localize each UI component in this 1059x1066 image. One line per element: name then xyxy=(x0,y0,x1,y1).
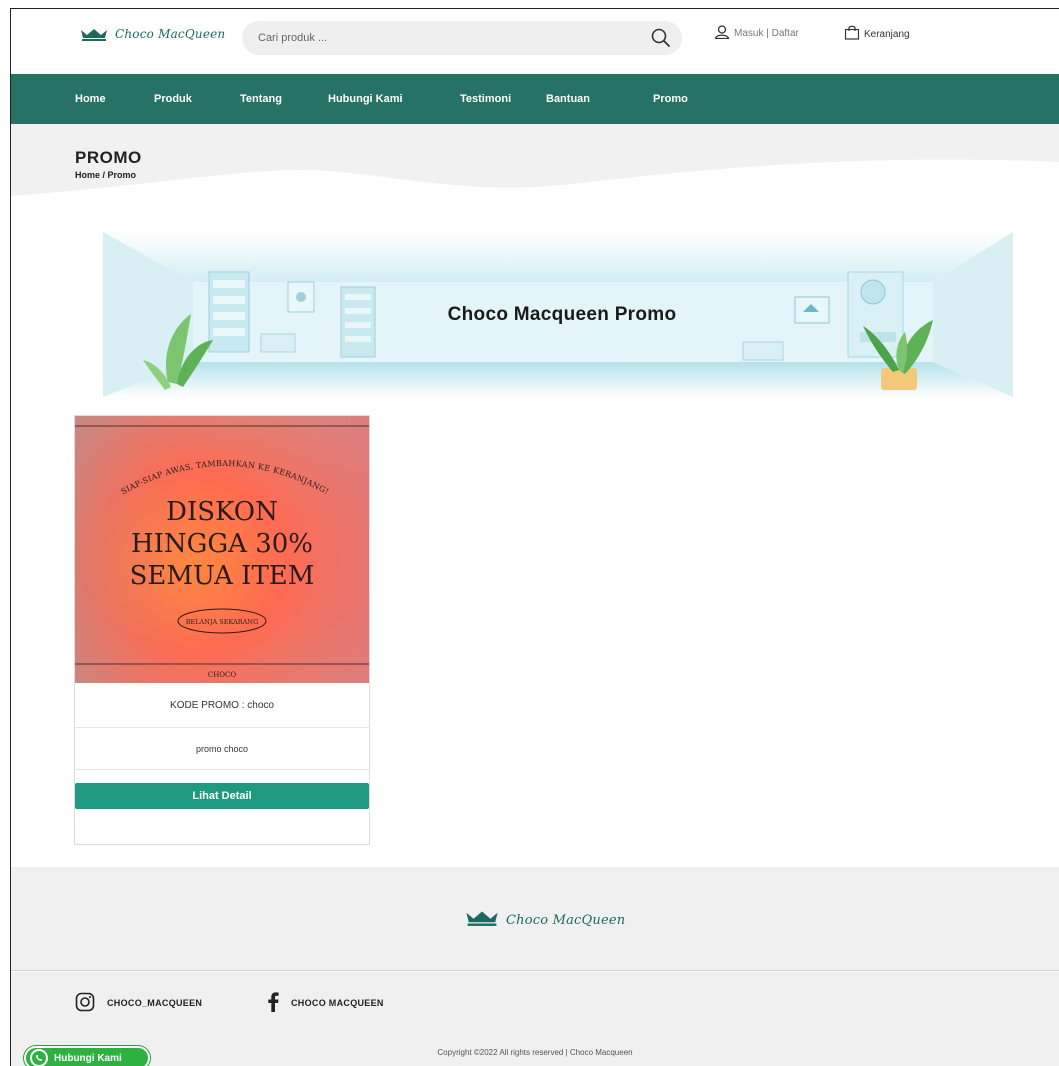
page-header: PROMO Home / Promo xyxy=(11,124,1059,207)
promo-code: KODE PROMO : choco xyxy=(75,684,369,728)
promo-image-line-2: HINGGA 30% xyxy=(131,529,313,559)
promo-image-cta: BELANJA SEKARANG xyxy=(186,618,259,626)
page-title: PROMO xyxy=(75,148,142,167)
search-icon[interactable] xyxy=(650,27,672,49)
facebook-handle: CHOCO MACQUEEN xyxy=(291,998,384,1008)
facebook-link[interactable]: CHOCO MACQUEEN xyxy=(267,992,384,1014)
brand-name: Choco MacQueen xyxy=(115,27,226,41)
copyright: Copyright ©2022 All rights reserved | Ch… xyxy=(437,1048,633,1057)
promo-image-brand: CHOCO xyxy=(208,671,237,679)
brand-logo[interactable]: Choco MacQueen xyxy=(79,27,225,41)
whatsapp-label: Hubungi Kami xyxy=(54,1052,122,1064)
banner-title: Choco Macqueen Promo xyxy=(447,304,677,325)
user-icon xyxy=(714,25,730,42)
search-input[interactable] xyxy=(258,30,638,46)
nav-item-testimoni[interactable]: Testimoni xyxy=(460,93,546,105)
instagram-link[interactable]: CHOCO_MACQUEEN xyxy=(75,992,202,1014)
shopping-bag-icon xyxy=(844,25,860,43)
whatsapp-contact-button[interactable]: Hubungi Kami xyxy=(22,1044,152,1066)
search-bar xyxy=(242,21,682,55)
view-detail-button[interactable]: Lihat Detail xyxy=(75,783,369,809)
instagram-handle: CHOCO_MACQUEEN xyxy=(107,998,203,1008)
footer-social: CHOCO_MACQUEEN CHOCO MACQUEEN Copyright … xyxy=(11,972,1059,1066)
header: Choco MacQueen Masuk | Daftar xyxy=(11,9,1059,74)
promo-banner: Choco Macqueen Promo xyxy=(73,222,1051,402)
whatsapp-icon xyxy=(30,1049,48,1066)
main-nav: Home Produk Tentang Hubungi Kami Testimo… xyxy=(11,74,1059,124)
crown-icon xyxy=(464,909,500,931)
breadcrumb: Home / Promo xyxy=(75,170,137,180)
nav-item-bantuan[interactable]: Bantuan xyxy=(546,93,653,105)
nav-item-hubungi-kami[interactable]: Hubungi Kami xyxy=(328,93,460,105)
promo-image-line-1: DISKON xyxy=(166,497,278,527)
promo-image[interactable]: SIAP-SIAP AWAS, TAMBAHKAN KE KERANJANG! … xyxy=(75,416,369,683)
cart-label: Keranjang xyxy=(864,28,910,40)
nav-item-tentang[interactable]: Tentang xyxy=(240,93,328,105)
footer-brand: Choco MacQueen xyxy=(11,867,1059,971)
header-wave-decoration xyxy=(11,159,1059,207)
footer-brand-name: Choco MacQueen xyxy=(506,912,626,928)
promo-description: promo choco xyxy=(75,728,369,770)
nav-item-produk[interactable]: Produk xyxy=(154,93,240,105)
promo-image-line-3: SEMUA ITEM xyxy=(130,561,315,591)
instagram-icon xyxy=(75,992,95,1014)
nav-item-promo[interactable]: Promo xyxy=(653,93,713,105)
account-label: Masuk | Daftar xyxy=(734,28,799,39)
crown-icon xyxy=(79,27,109,41)
facebook-icon xyxy=(267,992,279,1014)
page-frame: Choco MacQueen Masuk | Daftar xyxy=(10,8,1059,1066)
promo-card: SIAP-SIAP AWAS, TAMBAHKAN KE KERANJANG! … xyxy=(74,415,370,845)
cart-link[interactable]: Keranjang xyxy=(844,25,910,43)
footer-logo[interactable]: Choco MacQueen xyxy=(464,909,625,931)
account-link[interactable]: Masuk | Daftar xyxy=(714,25,799,42)
nav-item-home[interactable]: Home xyxy=(75,93,154,105)
